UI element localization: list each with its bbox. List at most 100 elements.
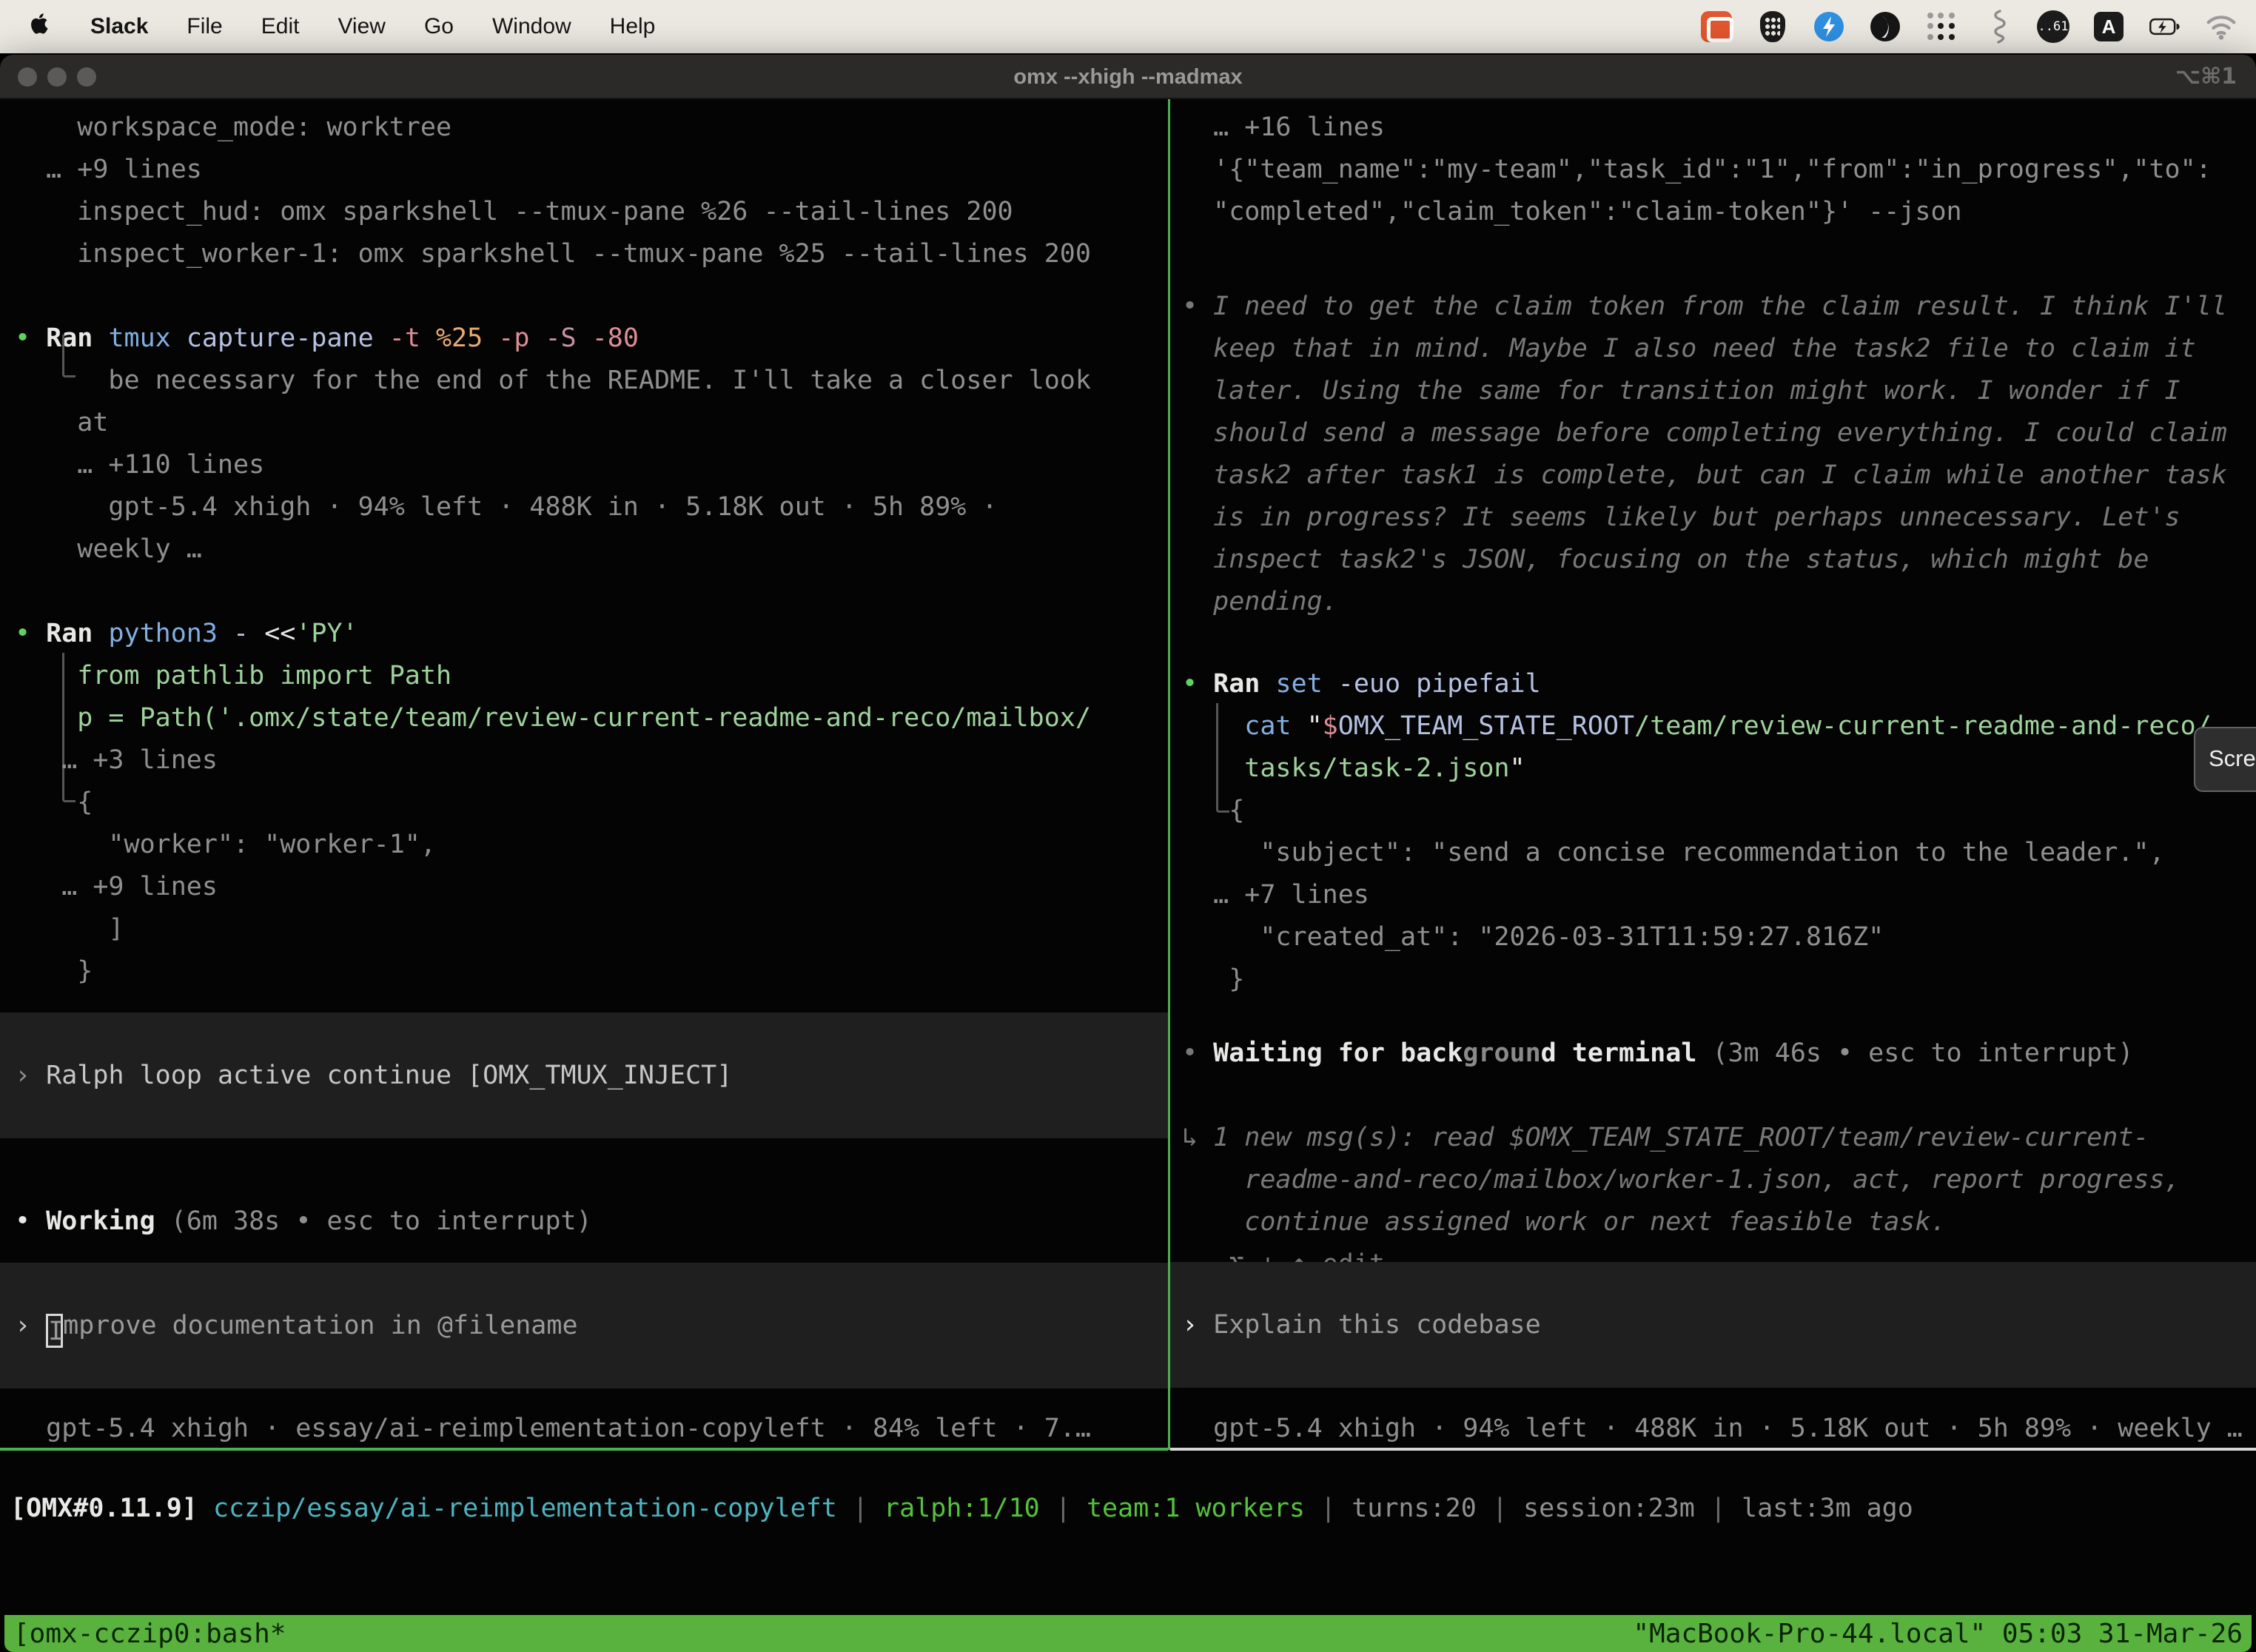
collapsed-lines-indicator[interactable]: … +9 lines [15,149,202,191]
json-output-line: "created_at": "2026-03-31T11:59:27.816Z" [1182,916,1884,958]
config-line: inspect_worker-1: omx sparkshell --tmux-… [15,233,1091,275]
apple-menu[interactable] [28,10,52,43]
ralph-loop-banner: › Ralph loop active continue [OMX_TMUX_I… [0,1013,1168,1138]
json-output-line: ] [15,908,124,950]
waiting-status: • Waiting for background terminal (3m 46… [1182,1032,2133,1075]
ralph-loop-message: › Ralph loop active continue [OMX_TMUX_I… [15,1055,732,1097]
python-code-line: p = Path('.omx/state/team/review-current… [15,697,1091,739]
omx-team-workers: team:1 workers [1087,1494,1305,1523]
keyboard-layout-letter: A [2094,12,2124,41]
dots-grid-icon[interactable] [1924,10,1958,44]
json-output-line: } [1182,958,1244,1001]
json-output-line: { [1182,790,1244,832]
ran-shell-command: • Ran set -euo pipefail [1182,663,1541,705]
mailbox-message: continue assigned work or next feasible … [1182,1201,1947,1243]
json-output-line: { [15,782,93,824]
omx-session: session:23m [1523,1494,1695,1523]
session-status-line: gpt-5.4 xhigh · essay/ai-reimplementatio… [15,1408,1091,1450]
collapsed-lines-indicator[interactable]: … +9 lines [15,866,218,908]
collapsed-lines-indicator[interactable]: … +110 lines [15,444,264,486]
battery-charging-icon[interactable] [2148,10,2182,44]
prompt-input-box[interactable]: › Explain this codebase [1170,1262,2256,1388]
command-output-line: at [15,402,108,444]
collapsed-lines-indicator[interactable]: … +3 lines [15,739,218,782]
thinking-text: keep that in mind. Maybe I also need the… [1182,328,2196,370]
window-shortcut-hint: ⌥⌘1 [2175,55,2237,99]
cat-command-line: cat "$OMX_TEAM_STATE_ROOT/team/review-cu… [1182,705,2212,748]
cat-command-line: tasks/task-2.json" [1182,748,1525,790]
json-output-line: "worker": "worker-1", [15,824,436,866]
menu-view[interactable]: View [338,14,385,39]
tmux-status-bar: [omx-cczip0:bash* "MacBook-Pro-44.local"… [4,1615,2252,1652]
menu-bar: Slack File Edit View Go Window Help ..61… [0,0,2256,53]
squiggle-icon[interactable] [1981,10,2015,44]
command-output-line: be necessary for the end of the README. … [15,360,1091,402]
prompt-chevron-icon: › [15,1311,46,1340]
collapsed-lines-indicator[interactable]: … +16 lines [1182,107,1385,149]
prompt-input-box[interactable]: › Improve documentation in @filename [0,1263,1168,1389]
mailbox-message: readme-and-reco/mailbox/worker-1.json, a… [1182,1159,2181,1201]
chat-bubble-icon[interactable] [1699,10,1733,44]
prompt-input[interactable]: › Explain this codebase [1182,1304,1541,1346]
working-status: • Working (6m 38s • esc to interrupt) [15,1201,592,1243]
command-output-line: gpt-5.4 xhigh · 94% left · 488K in · 5.1… [15,486,998,528]
hud-pane: workspace_mode: worktree … +9 lines insp… [0,99,1168,1450]
session-status-line: gpt-5.4 xhigh · 94% left · 488K in · 5.1… [1182,1408,2243,1450]
omx-turns: turns:20 [1352,1494,1477,1523]
prompt-input[interactable]: › Improve documentation in @filename [15,1305,578,1348]
inactive-pane-border [1170,1448,2256,1451]
json-output-line: "subject": "send a concise recommendatio… [1182,832,2165,874]
menu-app-name[interactable]: Slack [90,14,148,39]
tmux-session-window[interactable]: [omx-cczip0:bash* [13,1619,286,1649]
terminal-window: omx --xhigh --madmax ⌥⌘1 workspace_mode:… [0,55,2256,1652]
blue-lightning-icon[interactable] [1812,10,1846,44]
menu-edit[interactable]: Edit [261,14,300,39]
omx-status-line: [OMX#0.11.9] cczip/essay/ai-reimplementa… [10,1488,1913,1530]
prompt-chevron-icon: › [1182,1310,1213,1340]
thinking-bullet-icon: • [1182,292,1213,321]
omx-version: [OMX#0.11.9] [10,1494,213,1523]
menu-window[interactable]: Window [492,14,571,39]
shield-grid-icon[interactable] [1756,10,1790,44]
prompt-chevron-icon: › [15,1061,46,1090]
mailbox-message: ↳ 1 new msg(s): read $OMX_TEAM_STATE_ROO… [1182,1117,2149,1159]
command-bullet-icon: • [15,619,46,648]
apple-icon [28,10,52,37]
thinking-text: later. Using the same for transition mig… [1182,370,2181,412]
worker-pane: … +16 lines '{"team_name":"my-team","tas… [1170,99,2256,1450]
command-output-line: weekly … [15,528,202,571]
json-output-line: } [15,950,93,993]
menu-file[interactable]: File [187,14,222,39]
keyboard-layout-icon[interactable]: A [2092,10,2126,44]
screen-tooltip: Scre [2194,727,2256,792]
status-bullet-icon: • [1182,1038,1213,1068]
thinking-text: inspect task2's JSON, focusing on the st… [1182,539,2149,581]
window-title: omx --xhigh --madmax [0,55,2256,99]
thinking-text: is in progress? It seems likely but perh… [1182,497,2181,539]
config-line: inspect_hud: omx sparkshell --tmux-pane … [15,191,1013,233]
command-bullet-icon: • [15,323,46,353]
wifi-icon[interactable] [2204,10,2238,44]
reply-arrow-icon: ↳ [1182,1123,1213,1152]
window-title-bar: omx --xhigh --madmax ⌥⌘1 [0,55,2256,99]
thinking-text: • I need to get the claim token from the… [1182,286,2227,328]
thinking-text: task2 after task1 is complete, but can I… [1182,454,2227,497]
collapsed-lines-indicator[interactable]: … +7 lines [1182,874,1369,916]
active-pane-border [0,1448,1168,1451]
ran-python-command: • Ran python3 - <<'PY' [15,613,358,655]
crescent-app-icon[interactable] [1868,10,1902,44]
menu-go[interactable]: Go [424,14,454,39]
pane-divider[interactable] [1168,99,1170,1450]
counter-badge[interactable]: ..61 [2037,10,2069,43]
thinking-text: pending. [1182,581,1338,623]
command-bullet-icon: • [1182,669,1213,699]
menu-help[interactable]: Help [610,14,656,39]
command-output-line: '{"team_name":"my-team","task_id":"1","f… [1182,149,2212,191]
python-code-line: from pathlib import Path [15,655,451,697]
command-output-line: "completed","claim_token":"claim-token"}… [1182,191,1962,233]
omx-repo: cczip/essay/ai-reimplementation-copyleft [213,1494,837,1523]
thinking-text: should send a message before completing … [1182,412,2227,454]
omx-last-activity: last:3m ago [1742,1494,1913,1523]
tmux-host-clock: "MacBook-Pro-44.local" 05:03 31-Mar-26 [1633,1619,2243,1649]
omx-ralph-count: ralph:1/10 [884,1494,1040,1523]
